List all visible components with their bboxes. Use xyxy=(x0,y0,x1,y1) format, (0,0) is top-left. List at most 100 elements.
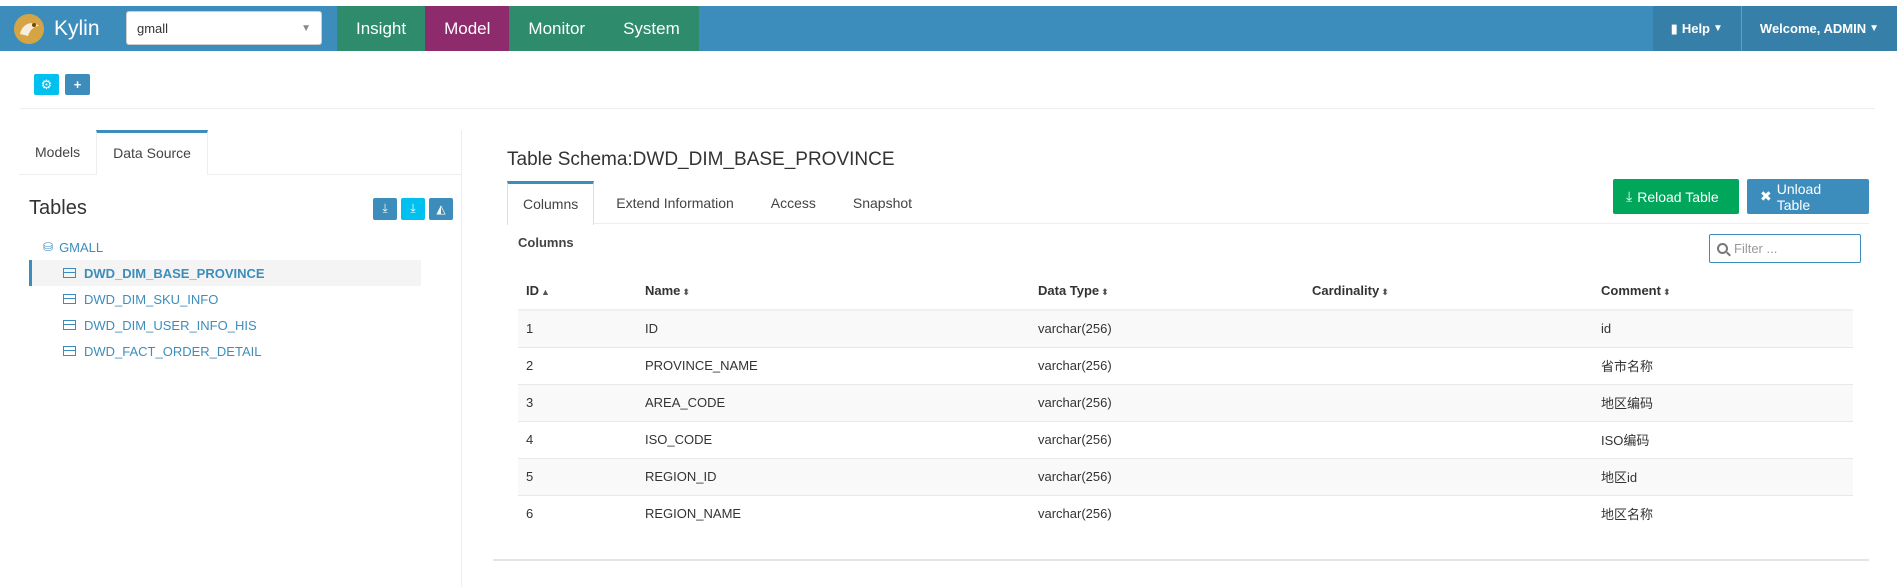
tab-data-source[interactable]: Data Source xyxy=(96,130,208,175)
load-table-tree-button[interactable]: ⤓ xyxy=(401,197,425,220)
cell-id: 3 xyxy=(518,383,637,421)
tree-table-item[interactable]: DWD_DIM_BASE_PROVINCE xyxy=(29,260,421,286)
cell-name: REGION_ID xyxy=(637,457,1030,495)
table-row: 2 PROVINCE_NAME varchar(256) 省市名称 xyxy=(518,346,1853,384)
cell-cardinality xyxy=(1304,346,1593,384)
welcome-label: Welcome, ADMIN xyxy=(1759,21,1867,36)
cell-cardinality xyxy=(1304,457,1593,495)
plus-icon: + xyxy=(73,77,82,92)
reload-table-button[interactable]: ⤓ Reload Table xyxy=(1613,179,1739,214)
cell-cardinality xyxy=(1304,494,1593,532)
project-select-value: gmall xyxy=(137,20,169,36)
left-panel: Models Data Source Tables ⤓ ⤓ ◭ ⛁ GMALL … xyxy=(19,130,462,587)
chart-button[interactable]: ◭ xyxy=(429,197,453,220)
tab-extend-information[interactable]: Extend Information xyxy=(601,181,749,223)
tab-columns[interactable]: Columns xyxy=(507,181,595,225)
cell-id: 6 xyxy=(518,494,637,532)
cell-comment: ISO编码 xyxy=(1593,420,1853,458)
tab-access[interactable]: Access xyxy=(756,181,831,223)
table-name: DWD_DIM_BASE_PROVINCE xyxy=(84,265,265,281)
cell-type: varchar(256) xyxy=(1030,420,1304,458)
cell-type: varchar(256) xyxy=(1030,309,1304,347)
download-icon: ⤓ xyxy=(382,201,388,215)
cell-type: varchar(256) xyxy=(1030,494,1304,532)
header-name[interactable]: Name ⬍ xyxy=(637,272,1030,311)
download-icon: ⤓ xyxy=(410,201,416,215)
cell-comment: id xyxy=(1593,309,1853,347)
top-navbar: Kylin gmall ▼ Insight Model Monitor Syst… xyxy=(0,6,1897,51)
columns-label: Columns xyxy=(518,235,574,250)
tree-table-item[interactable]: DWD_FACT_ORDER_DETAIL xyxy=(29,338,421,364)
header-cardinality[interactable]: Cardinality ⬍ xyxy=(1304,272,1593,311)
nav-tab-model[interactable]: Model xyxy=(425,6,510,51)
database-icon: ⛁ xyxy=(43,240,54,254)
settings-button[interactable]: ⚙ xyxy=(34,74,59,95)
cell-cardinality xyxy=(1304,420,1593,458)
cell-cardinality xyxy=(1304,383,1593,421)
schema-title: Table Schema:DWD_DIM_BASE_PROVINCE xyxy=(507,149,895,170)
header-id[interactable]: ID ▲ xyxy=(518,272,637,311)
cell-id: 4 xyxy=(518,420,637,458)
gears-icon: ⚙ xyxy=(40,76,53,92)
tab-models[interactable]: Models xyxy=(19,130,96,174)
divider xyxy=(20,108,1875,109)
area-chart-icon: ◭ xyxy=(436,201,446,216)
caret-down-icon: ▼ xyxy=(1713,23,1723,34)
table-actions: ⤓ ⤓ ◭ xyxy=(373,197,453,220)
cell-name: REGION_NAME xyxy=(637,494,1030,532)
table-name: DWD_FACT_ORDER_DETAIL xyxy=(84,343,262,359)
tree-database[interactable]: ⛁ GMALL xyxy=(19,234,461,260)
cell-name: PROVINCE_NAME xyxy=(637,346,1030,384)
load-table-button[interactable]: ⤓ xyxy=(373,197,397,220)
header-comment[interactable]: Comment ⬍ xyxy=(1593,272,1853,311)
cell-id: 1 xyxy=(518,309,637,347)
reload-label: Reload Table xyxy=(1637,188,1719,205)
tree-table-item[interactable]: DWD_DIM_USER_INFO_HIS xyxy=(29,312,421,338)
nav-tab-insight[interactable]: Insight xyxy=(337,6,426,51)
help-label: Help xyxy=(1681,21,1710,36)
tree-table-item[interactable]: DWD_DIM_SKU_INFO xyxy=(29,286,421,312)
download-icon: ⤓ xyxy=(1626,188,1633,204)
table-tree: ⛁ GMALL DWD_DIM_BASE_PROVINCE DWD_DIM_SK… xyxy=(19,234,461,364)
caret-down-icon: ▼ xyxy=(1869,23,1879,34)
columns-table: ID ▲ Name ⬍ Data Type ⬍ Cardinality ⬍ Commen… xyxy=(518,272,1853,532)
unload-table-button[interactable]: ✖ Unload Table xyxy=(1747,179,1869,214)
sort-icon: ⬍ xyxy=(1381,287,1389,297)
sort-icon: ⬍ xyxy=(1662,287,1671,297)
table-icon xyxy=(63,268,76,278)
chevron-down-icon: ▼ xyxy=(301,22,311,34)
add-button[interactable]: + xyxy=(65,74,90,95)
cell-id: 5 xyxy=(518,457,637,495)
user-menu[interactable]: Welcome, ADMIN ▼ xyxy=(1740,6,1897,51)
table-row: 6 REGION_NAME varchar(256) 地区名称 xyxy=(518,494,1853,532)
filter-input[interactable]: Filter ... xyxy=(1709,234,1861,263)
table-header-row: ID ▲ Name ⬍ Data Type ⬍ Cardinality ⬍ Commen… xyxy=(518,272,1853,311)
close-icon: ✖ xyxy=(1760,188,1772,204)
table-row: 5 REGION_ID varchar(256) 地区id xyxy=(518,457,1853,495)
cell-comment: 地区id xyxy=(1593,457,1853,495)
tables-header: Tables ⤓ ⤓ ◭ xyxy=(19,175,461,220)
nav-tab-monitor[interactable]: Monitor xyxy=(509,6,605,51)
help-menu[interactable]: ▮ Help ▼ xyxy=(1652,6,1741,51)
project-select[interactable]: gmall ▼ xyxy=(126,11,322,45)
table-name: DWD_DIM_USER_INFO_HIS xyxy=(84,317,257,333)
cell-id: 2 xyxy=(518,346,637,384)
nav-tab-system[interactable]: System xyxy=(604,6,699,51)
search-icon xyxy=(1717,243,1728,254)
header-data-type[interactable]: Data Type ⬍ xyxy=(1030,272,1304,311)
cell-name: ID xyxy=(637,309,1030,347)
tab-snapshot[interactable]: Snapshot xyxy=(838,181,927,223)
database-name: GMALL xyxy=(59,239,104,255)
cell-comment: 省市名称 xyxy=(1593,346,1853,384)
table-row: 3 AREA_CODE varchar(256) 地区编码 xyxy=(518,383,1853,421)
sort-icon: ⬍ xyxy=(1101,287,1109,297)
unload-label: Unload Table xyxy=(1776,180,1822,213)
nav-right: ▮ Help ▼ Welcome, ADMIN ▼ xyxy=(1652,6,1897,51)
brand[interactable]: Kylin xyxy=(0,6,110,51)
cell-comment: 地区编码 xyxy=(1593,383,1853,421)
sort-icon: ⬍ xyxy=(682,287,690,297)
table-icon xyxy=(63,294,76,304)
main-nav: Insight Model Monitor System xyxy=(337,6,699,51)
cell-cardinality xyxy=(1304,309,1593,347)
sort-asc-icon: ▲ xyxy=(541,287,550,297)
